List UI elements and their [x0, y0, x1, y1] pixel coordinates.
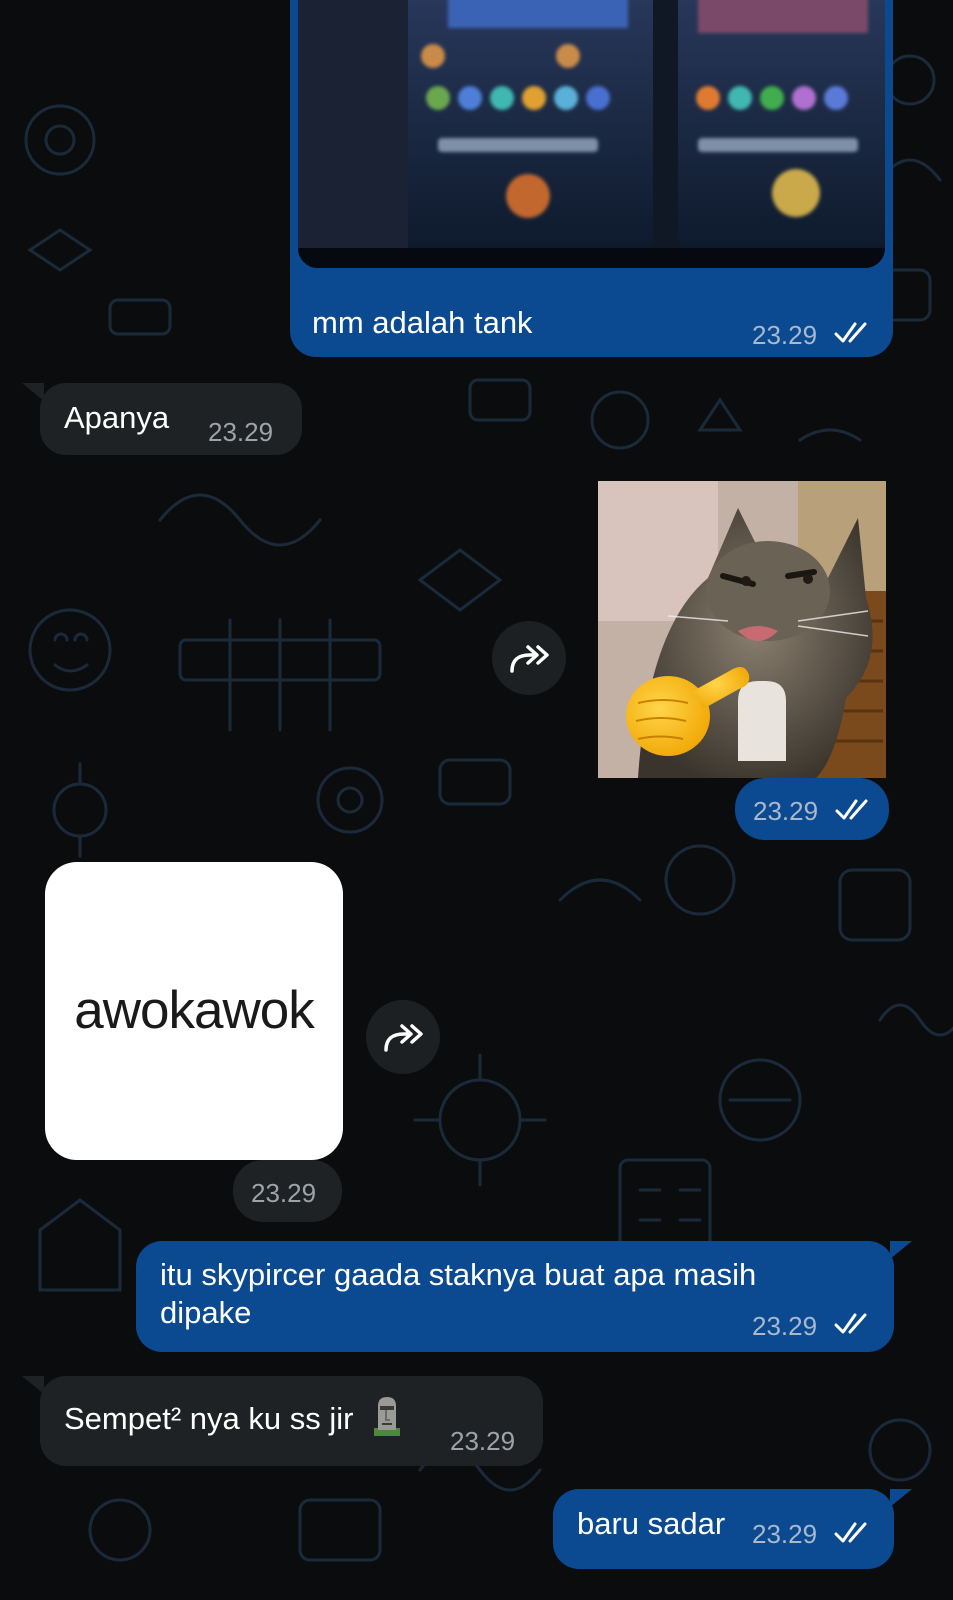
double-check-icon	[834, 322, 867, 343]
awokawok-sticker[interactable]: awokawok	[45, 862, 343, 1160]
angry-cat-pointing-finger-sticker	[598, 481, 886, 778]
message-text-line-2: dipake	[160, 1295, 252, 1330]
double-check-icon	[835, 799, 868, 820]
match-history-thumbnail	[298, 0, 885, 268]
message-text: Sempet² nya ku ss jir	[64, 1401, 354, 1436]
message-time: 23.29	[251, 1178, 317, 1208]
incoming-text-message[interactable]: Apanya 23.29	[40, 383, 302, 455]
bubble-tail	[890, 1489, 912, 1507]
moai-emoji	[374, 1397, 400, 1436]
forward-button[interactable]	[366, 1000, 440, 1074]
image-caption: mm adalah tank	[312, 305, 533, 340]
bubble-tail	[890, 1241, 912, 1259]
bubble-tail	[22, 383, 44, 401]
message-text: baru sadar	[577, 1506, 726, 1541]
game-screenshot-image[interactable]	[298, 0, 885, 268]
outgoing-image-message[interactable]: mm adalah tank 23.29	[290, 0, 893, 357]
message-time: 23.29	[208, 417, 274, 447]
double-check-icon	[834, 1313, 867, 1334]
bubble-tail	[22, 1376, 44, 1394]
sticker-time-pill: 23.29	[233, 1160, 342, 1222]
message-text: Apanya	[64, 400, 170, 435]
forward-button[interactable]	[492, 621, 566, 695]
message-text-line-1: itu skypircer gaada staknya buat apa mas…	[160, 1257, 757, 1292]
forward-icon	[510, 645, 549, 673]
double-check-icon	[834, 1522, 867, 1543]
message-time: 23.29	[450, 1426, 516, 1456]
message-time: 23.29	[752, 1519, 818, 1549]
sticker-time-pill: 23.29	[735, 778, 889, 840]
message-time: 23.29	[752, 1311, 818, 1341]
incoming-text-message[interactable]: Sempet² nya ku ss jir 23.29	[40, 1376, 543, 1466]
outgoing-text-message[interactable]: itu skypircer gaada staknya buat apa mas…	[136, 1241, 894, 1352]
outgoing-text-message[interactable]: baru sadar 23.29	[553, 1489, 894, 1569]
message-time: 23.29	[752, 320, 818, 350]
message-time: 23.29	[753, 796, 819, 826]
forward-icon	[384, 1024, 423, 1052]
sticker-text: awokawok	[74, 981, 314, 1040]
cat-sticker-image[interactable]	[598, 481, 886, 778]
